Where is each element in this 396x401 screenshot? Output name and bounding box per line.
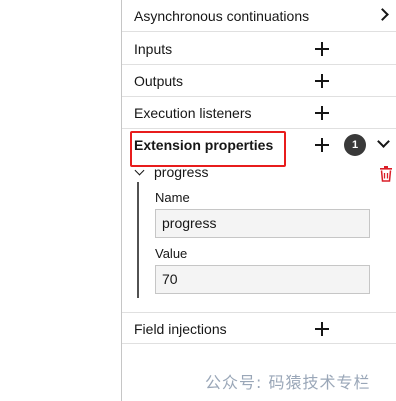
group-title: Asynchronous continuations (134, 8, 310, 24)
collapse-chevron-icon[interactable] (134, 165, 145, 176)
group-title: Inputs (134, 41, 173, 57)
extension-property-entry: progress Name progress Value 70 (122, 160, 396, 308)
entry-title[interactable]: progress (154, 164, 208, 180)
name-input[interactable]: progress (155, 209, 370, 238)
properties-panel: Asynchronous continuations Inputs Output… (121, 0, 396, 401)
watermark: 公众号: 码猿技术专栏 (205, 373, 371, 392)
add-extension-property-plus-icon[interactable] (314, 137, 330, 153)
group-execution-listeners[interactable]: Execution listeners (122, 97, 396, 129)
count-badge: 1 (344, 134, 366, 156)
group-extension-properties[interactable]: Extension properties 1 (122, 129, 396, 167)
value-input[interactable]: 70 (155, 265, 370, 294)
entry-indent-line (137, 182, 139, 298)
chevron-down-icon[interactable] (377, 135, 390, 148)
add-execution-listener-plus-icon[interactable] (314, 105, 330, 121)
group-title: Execution listeners (134, 105, 252, 121)
group-title: Outputs (134, 73, 184, 89)
chevron-right-icon[interactable] (376, 8, 389, 21)
add-input-plus-icon[interactable] (314, 41, 330, 57)
group-title: Extension properties (134, 137, 274, 153)
group-outputs[interactable]: Outputs (122, 65, 396, 97)
name-label: Name (155, 190, 190, 205)
group-field-injections[interactable]: Field injections (122, 312, 396, 344)
delete-trash-icon[interactable] (379, 166, 393, 182)
group-asynchronous-continuations[interactable]: Asynchronous continuations (122, 0, 396, 32)
group-inputs[interactable]: Inputs (122, 33, 396, 65)
value-label: Value (155, 246, 188, 261)
add-output-plus-icon[interactable] (314, 73, 330, 89)
group-title: Field injections (134, 321, 227, 337)
add-field-injection-plus-icon[interactable] (314, 321, 330, 337)
